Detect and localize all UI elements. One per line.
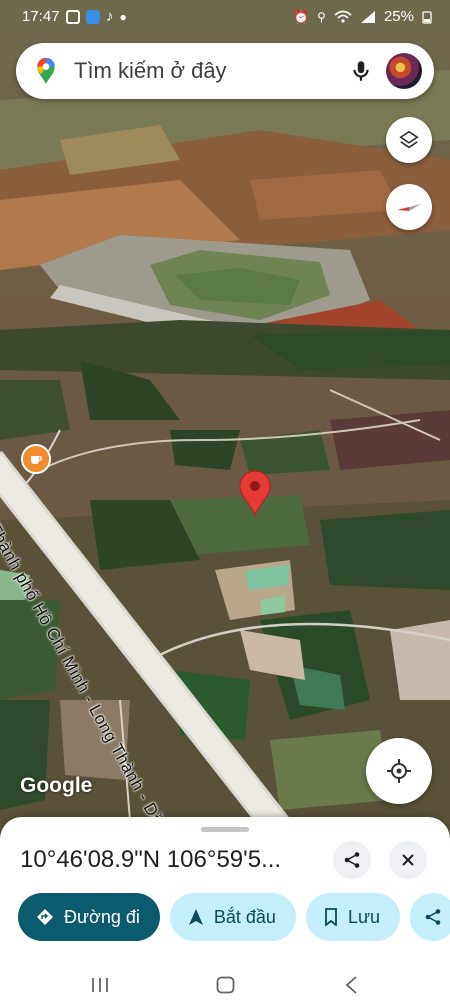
status-time: 17:47 xyxy=(22,8,60,25)
start-button[interactable]: Bắt đầu xyxy=(169,893,296,941)
search-input[interactable]: Tìm kiếm ở đây xyxy=(74,58,348,84)
files-icon xyxy=(86,9,100,24)
tiktok-icon: ♪ xyxy=(106,8,114,25)
layers-button[interactable] xyxy=(386,117,432,163)
action-chips: Đường đi Bắt đầu Lưu xyxy=(18,893,450,941)
my-location-button[interactable] xyxy=(366,738,432,804)
compass-icon xyxy=(397,204,421,211)
system-nav-bar xyxy=(0,969,450,1000)
google-maps-logo-icon xyxy=(37,57,55,85)
home-icon[interactable] xyxy=(216,976,235,994)
share-button[interactable] xyxy=(333,841,371,879)
layers-icon xyxy=(399,130,419,149)
save-button[interactable]: Lưu xyxy=(305,893,401,941)
location-icon: ⚲ xyxy=(317,9,326,24)
share-chip-button[interactable] xyxy=(410,893,450,941)
sheet-drag-handle[interactable] xyxy=(201,827,249,832)
cafe-poi-icon[interactable] xyxy=(21,444,51,474)
battery-text: 25% xyxy=(383,8,414,25)
start-label: Bắt đầu xyxy=(213,906,276,927)
google-attribution: Google xyxy=(20,774,93,797)
avatar[interactable] xyxy=(386,53,422,89)
recent-apps-icon[interactable] xyxy=(90,977,110,993)
alarm-icon: ⏰ xyxy=(292,8,310,24)
search-bar[interactable]: Tìm kiếm ở đây xyxy=(16,43,434,99)
crosshair-icon xyxy=(387,759,411,783)
battery-icon xyxy=(422,10,432,24)
status-app-icons: ♪ ● xyxy=(66,8,127,25)
dot-icon: ● xyxy=(119,9,127,24)
back-icon[interactable] xyxy=(344,975,358,995)
compass-button[interactable] xyxy=(386,184,432,230)
close-icon xyxy=(402,854,414,866)
signal-icon xyxy=(360,10,375,23)
gallery-icon xyxy=(66,9,80,24)
navigation-arrow-icon xyxy=(188,909,203,925)
share-icon xyxy=(344,852,360,868)
directions-icon xyxy=(37,909,53,925)
directions-button[interactable]: Đường đi xyxy=(18,893,160,941)
coordinates-title: 10°46'08.9"N 106°59'5... xyxy=(20,846,282,873)
microphone-icon[interactable] xyxy=(348,58,374,84)
share-chip-icon xyxy=(425,909,441,925)
close-button[interactable] xyxy=(389,841,427,879)
bottom-sheet: 10°46'08.9"N 106°59'5... Đường đi Bắt đầ… xyxy=(0,817,450,1000)
status-right: ⏰ ⚲ 25% xyxy=(293,8,432,25)
save-label: Lưu xyxy=(347,906,381,927)
status-bar: 17:47 ♪ ● ⏰ ⚲ 25% xyxy=(0,0,450,34)
directions-label: Đường đi xyxy=(64,906,140,927)
bookmark-icon xyxy=(325,908,337,926)
wifi-icon xyxy=(334,10,352,23)
